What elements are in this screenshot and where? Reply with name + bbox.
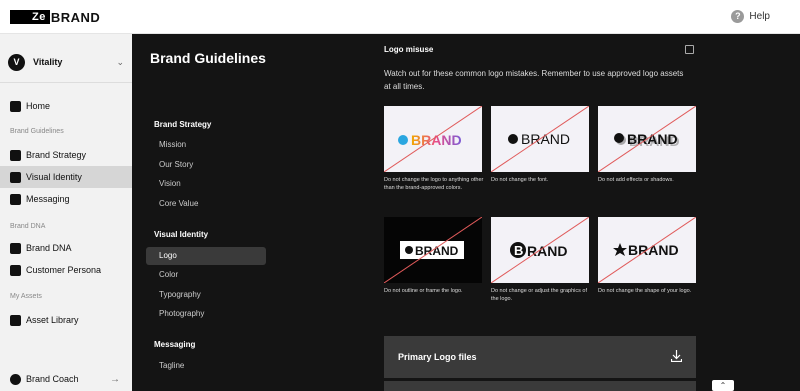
brand-coach-button[interactable]: Brand Coach →	[0, 367, 132, 391]
subnav-item-vision[interactable]: Vision	[146, 175, 266, 193]
misuse-caption: Do not change or adjust the graphics of …	[491, 288, 588, 302]
sidebar-item-asset-library[interactable]: Asset Library	[0, 309, 132, 331]
misuse-example-outline: BRAND	[384, 217, 482, 283]
misuse-example-graphics: B RAND	[491, 217, 589, 283]
persona-icon	[10, 264, 21, 276]
top-bar: Ze BRAND ? Help	[0, 0, 800, 34]
chevron-down-icon: ⌄	[116, 56, 124, 67]
download-icon	[671, 350, 682, 362]
sidebar-item-customer-persona[interactable]: Customer Persona	[0, 259, 132, 281]
sidebar-item-label: Messaging	[26, 194, 70, 204]
subnav-item-core-value[interactable]: Core Value	[146, 195, 266, 213]
sidebar-item-brand-strategy[interactable]: Brand Strategy	[0, 144, 132, 166]
strategy-icon	[10, 149, 21, 161]
sidebar-item-label: Visual Identity	[26, 172, 82, 182]
main-panel: Brand Guidelines Brand Strategy Mission …	[132, 34, 800, 391]
subnav-item-our-story[interactable]: Our Story	[146, 156, 266, 174]
help-icon: ?	[731, 10, 745, 23]
coach-icon	[10, 373, 21, 385]
account-name: Vitality	[33, 57, 63, 67]
brand-coach-label: Brand Coach	[26, 374, 79, 384]
sidebar-item-label: Brand DNA	[26, 243, 72, 253]
misuse-caption: Do not outline or frame the logo.	[384, 288, 463, 294]
subnav-item-photography[interactable]: Photography	[146, 305, 266, 323]
subnav-item-color[interactable]: Color	[146, 266, 266, 284]
arrow-right-icon: →	[110, 373, 120, 385]
logo-text: BRAND	[50, 9, 101, 25]
svg-text:B: B	[514, 243, 523, 258]
wordmark: BRAND	[627, 131, 678, 147]
misuse-caption: Do not change the shape of your logo.	[598, 288, 692, 294]
secondary-files-bar[interactable]	[384, 381, 696, 391]
section-title: Logo misuse	[384, 45, 434, 54]
sidebar-item-home[interactable]: Home	[0, 95, 132, 117]
subnav-item-tagline[interactable]: Tagline	[146, 357, 266, 375]
home-icon	[10, 100, 21, 112]
dna-icon	[10, 242, 21, 254]
avatar: V	[8, 53, 25, 71]
subnav-item-logo[interactable]: Logo	[146, 247, 266, 265]
sidebar-divider	[0, 82, 132, 83]
wordmark: BRAND	[521, 131, 570, 147]
subnav-item-mission[interactable]: Mission	[146, 136, 266, 154]
sidebar-item-label: Asset Library	[26, 315, 79, 325]
misuse-example-font: BRAND	[491, 106, 589, 172]
account-switcher[interactable]: V Vitality ⌄	[8, 52, 124, 72]
help-button[interactable]: ? Help	[731, 10, 770, 23]
subnav-heading-brand-strategy: Brand Strategy	[154, 120, 212, 129]
misuse-example-colors: BRAND	[384, 106, 482, 172]
asset-library-icon	[10, 314, 21, 326]
help-label: Help	[749, 11, 770, 22]
wordmark: BRAND	[411, 132, 462, 148]
sidebar-item-label: Customer Persona	[26, 265, 102, 275]
subnav-heading-messaging: Messaging	[154, 340, 196, 349]
section-description: Watch out for these common logo mistakes…	[384, 69, 684, 91]
sidebar-item-brand-dna[interactable]: Brand DNA	[0, 237, 132, 259]
sidebar: V Vitality ⌄ Home Brand Guidelines Brand…	[0, 34, 132, 391]
messaging-icon	[10, 193, 21, 205]
sidebar-section-assets: My Assets	[10, 293, 42, 300]
sidebar-item-visual-identity[interactable]: Visual Identity	[0, 166, 132, 188]
sidebar-item-label: Home	[26, 101, 51, 111]
misuse-caption: Do not add effects or shadows.	[598, 177, 674, 183]
wordmark: BRAND	[415, 244, 459, 258]
subnav-item-typography[interactable]: Typography	[146, 286, 266, 304]
sidebar-section-guidelines: Brand Guidelines	[10, 128, 64, 135]
visual-identity-icon	[10, 171, 21, 183]
sidebar-section-dna: Brand DNA	[10, 223, 46, 230]
primary-logo-files-button[interactable]: Primary Logo files	[384, 336, 696, 378]
sidebar-item-messaging[interactable]: Messaging	[0, 188, 132, 210]
primary-logo-files-label: Primary Logo files	[398, 352, 477, 362]
misuse-caption: Do not change the logo to anything other…	[384, 177, 484, 191]
misuse-example-shape: BRAND	[598, 217, 696, 283]
page-title: Brand Guidelines	[150, 50, 266, 66]
brand-logo[interactable]: Ze BRAND	[10, 9, 101, 25]
edit-icon[interactable]	[685, 45, 694, 54]
logo-box: Ze	[10, 10, 50, 24]
scroll-to-top-button[interactable]: ⌃	[712, 380, 734, 391]
misuse-example-effects: BRAND BRAND	[598, 106, 696, 172]
misuse-caption: Do not change the font.	[491, 177, 549, 183]
sidebar-item-label: Brand Strategy	[26, 150, 87, 160]
subnav-heading-visual-identity: Visual Identity	[154, 230, 209, 239]
wordmark: BRAND	[628, 242, 679, 258]
